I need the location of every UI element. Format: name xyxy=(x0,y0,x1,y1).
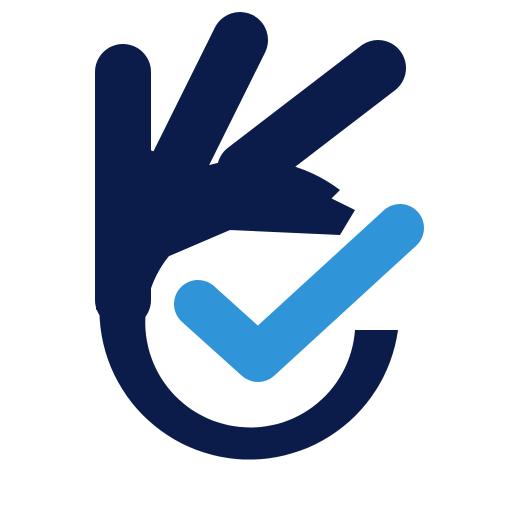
ok-hand-checkmark-icon xyxy=(95,12,424,460)
ok-loop xyxy=(99,159,398,460)
logo-canvas xyxy=(0,0,512,512)
right-finger xyxy=(217,40,406,198)
